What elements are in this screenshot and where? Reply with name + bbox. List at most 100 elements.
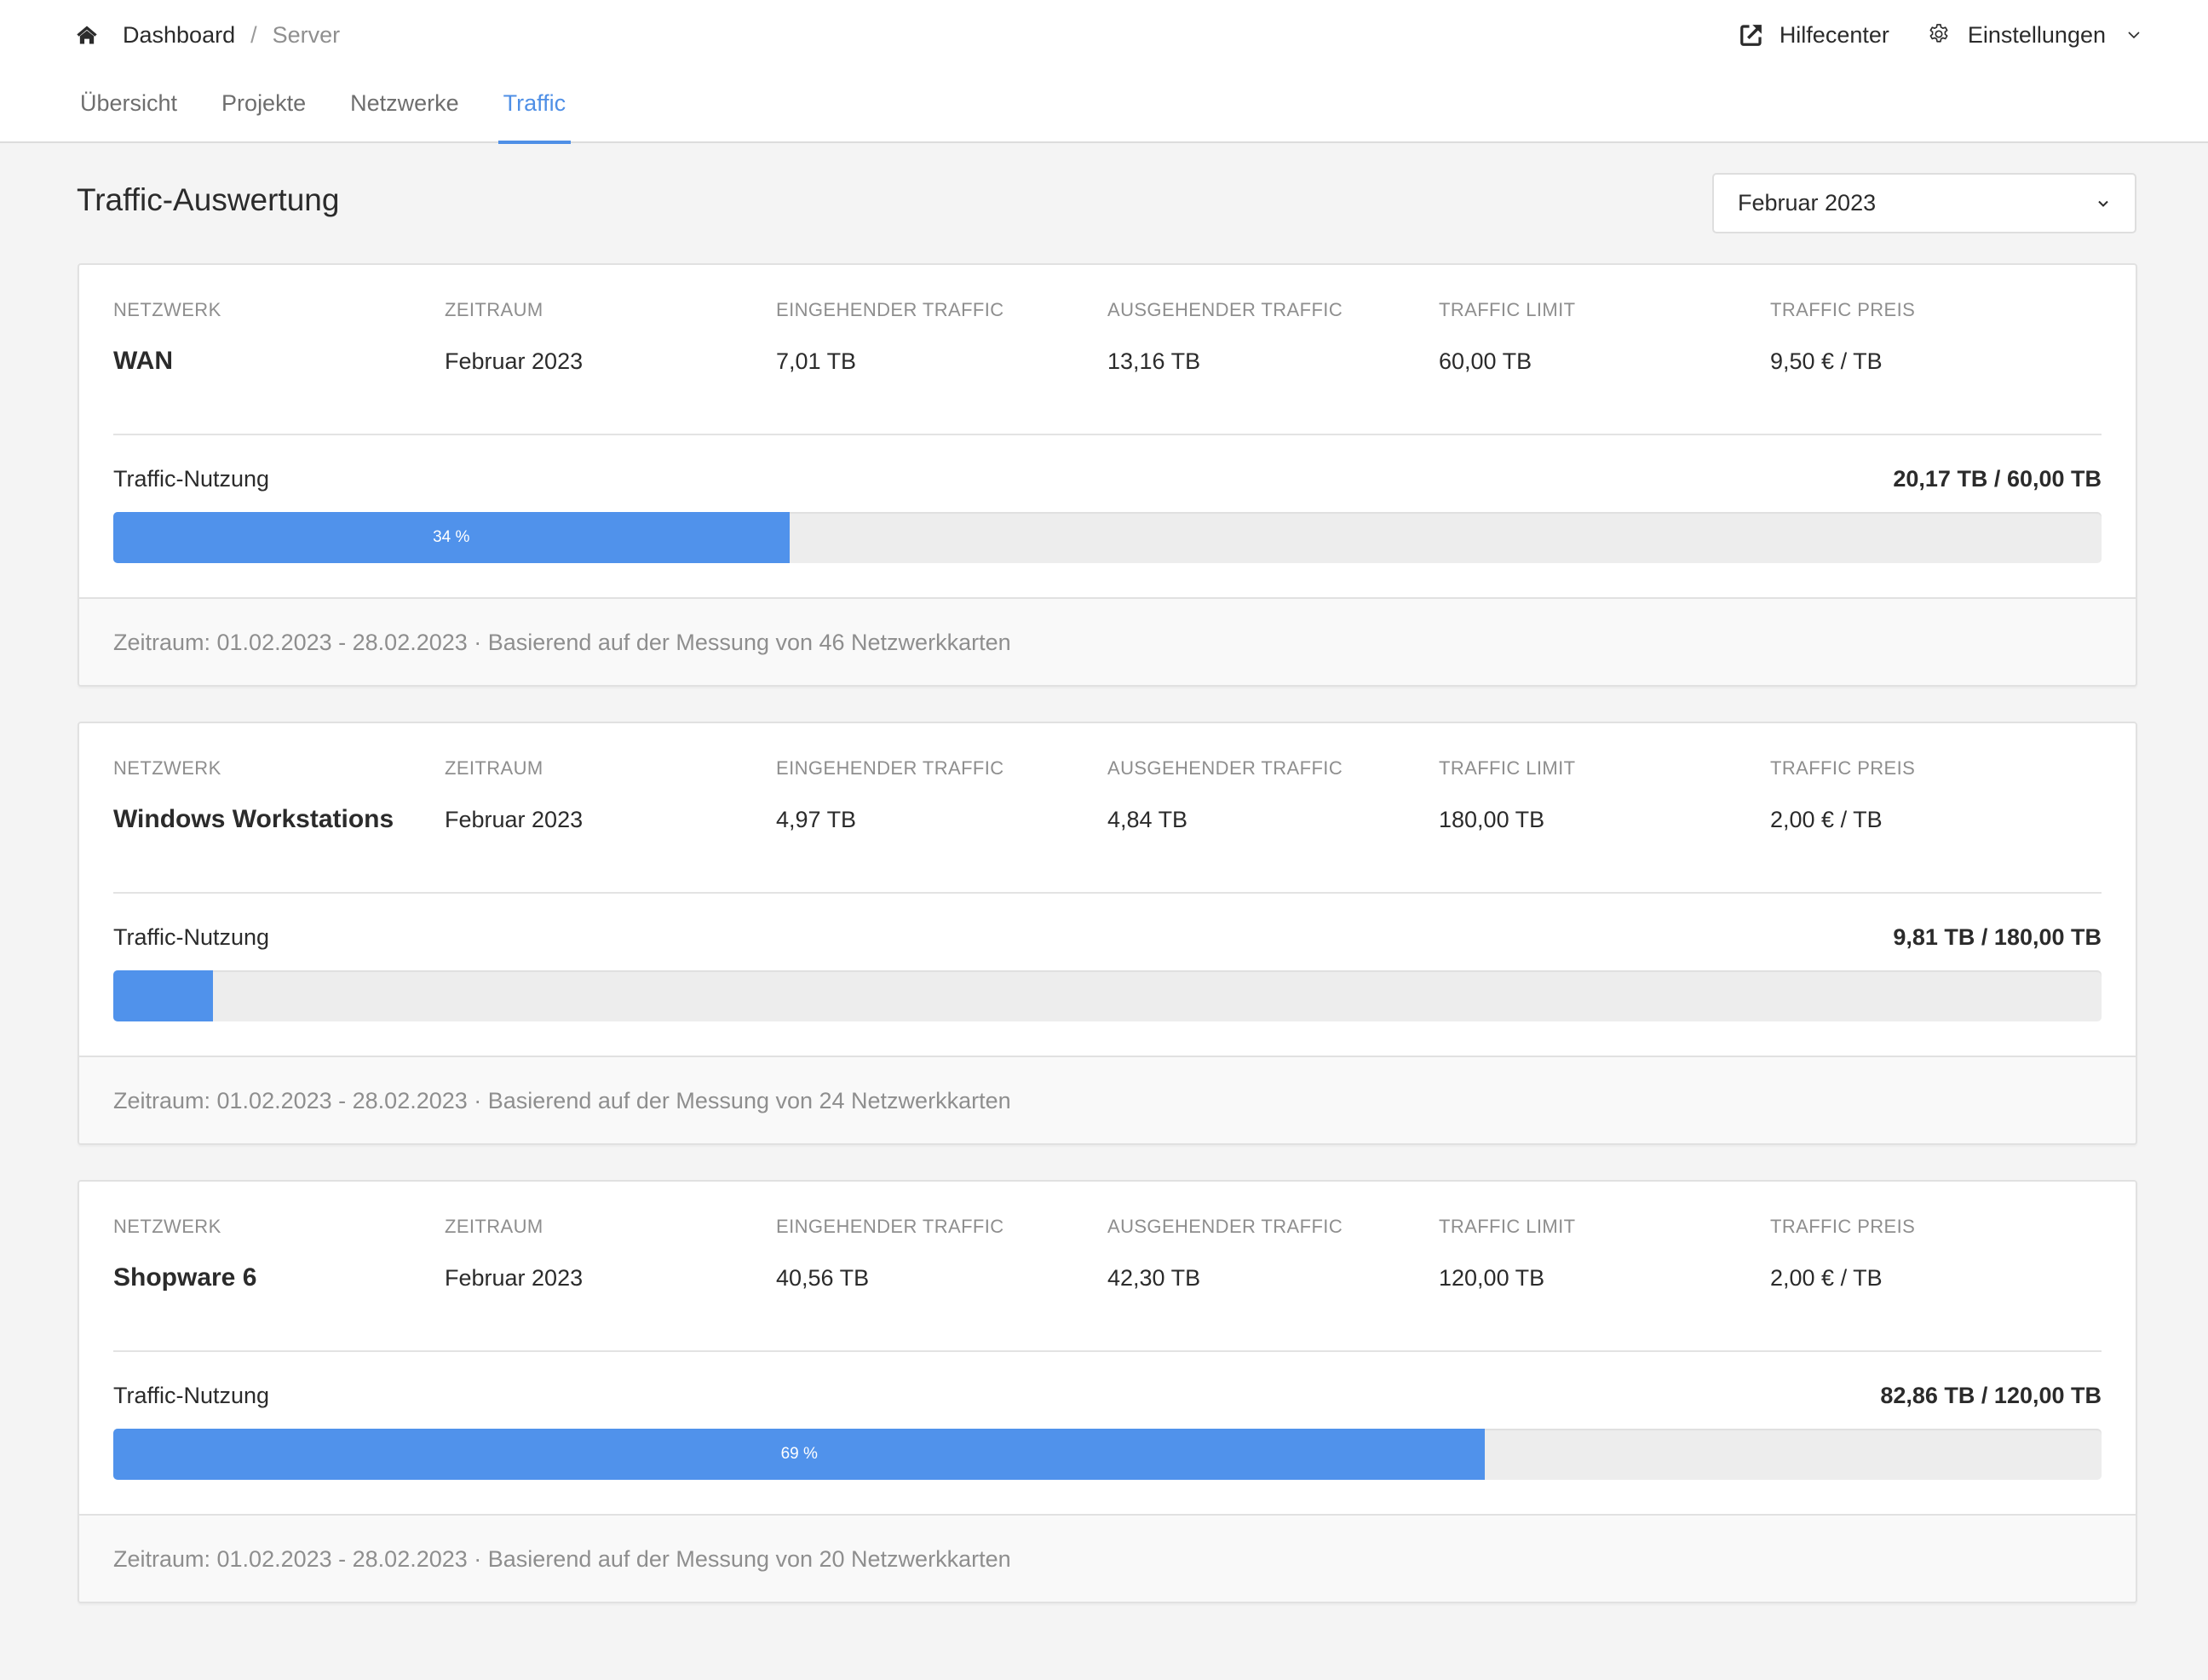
card-footer: Zeitraum: 01.02.2023 - 28.02.2023 · Basi… (79, 1514, 2136, 1602)
price-value: 2,00 € / TB (1770, 1265, 1883, 1291)
outgoing-value: 42,30 TB (1107, 1265, 1201, 1291)
footer-text: Zeitraum: 01.02.2023 - 28.02.2023 · Basi… (113, 1546, 1011, 1572)
stat-price: Traffic Preis 2,00 € / TB (1770, 1216, 2102, 1292)
stat-network: Netzwerk Shopware 6 (113, 1216, 445, 1292)
usage-label: Traffic-Nutzung (113, 1383, 270, 1408)
limit-value: 120,00 TB (1439, 1265, 1545, 1291)
stats-row: Netzwerk Windows Workstations Zeitraum F… (113, 757, 2102, 834)
stat-label: Ausgehender Traffic (1107, 757, 1343, 779)
stat-period: Zeitraum Februar 2023 (445, 1216, 776, 1292)
price-value: 9,50 € / TB (1770, 348, 1883, 374)
stat-label: Ausgehender Traffic (1107, 1216, 1343, 1237)
incoming-value: 4,97 TB (776, 807, 857, 832)
stat-label: Eingehender Traffic (776, 1216, 1004, 1237)
card-footer: Zeitraum: 01.02.2023 - 28.02.2023 · Basi… (79, 1056, 2136, 1143)
top-bar: Dashboard / Server Hilfecenter Einstellu… (0, 0, 2208, 144)
help-center-label: Hilfecenter (1779, 21, 1889, 48)
stat-period: Zeitraum Februar 2023 (445, 757, 776, 834)
chevron-down-icon (2126, 27, 2142, 43)
stat-outgoing: Ausgehender Traffic 4,84 TB (1107, 757, 1439, 834)
external-link-icon (1739, 22, 1764, 48)
usage-value: 82,86 TB / 120,00 TB (1880, 1383, 2102, 1408)
page-title: Traffic-Auswertung (77, 182, 340, 217)
gear-icon (1927, 22, 1952, 48)
usage-percent-label: 69 % (780, 1445, 818, 1463)
stat-outgoing: Ausgehender Traffic 42,30 TB (1107, 1216, 1439, 1292)
stat-label: Zeitraum (445, 1216, 543, 1237)
traffic-card: Netzwerk Windows Workstations Zeitraum F… (78, 722, 2137, 1145)
stat-incoming: Eingehender Traffic 7,01 TB (776, 299, 1107, 376)
stat-label: Traffic Preis (1770, 299, 1916, 320)
stat-label: Traffic Limit (1439, 1216, 1576, 1237)
network-name: WAN (113, 347, 173, 375)
limit-value: 180,00 TB (1439, 807, 1545, 832)
top-actions: Hilfecenter Einstellungen (1739, 17, 2142, 53)
stats-row: Netzwerk Shopware 6 Zeitraum Februar 202… (113, 1216, 2102, 1292)
usage-percent-label: 34 % (433, 528, 470, 546)
tab-traffic[interactable]: Traffic (497, 85, 571, 144)
usage-progress-bar: 34 % (113, 512, 2102, 563)
usage-value: 9,81 TB / 180,00 TB (1893, 924, 2102, 950)
breadcrumb: Dashboard / Server (75, 17, 340, 53)
traffic-card: Netzwerk WAN Zeitraum Februar 2023 Einge… (78, 263, 2137, 687)
period-value: Februar 2023 (445, 1265, 584, 1291)
tab-bar: Übersicht Projekte Netzwerke Traffic (78, 85, 608, 144)
settings-menu[interactable]: Einstellungen (1927, 22, 2142, 49)
period-value: Februar 2023 (445, 807, 584, 832)
stats-row: Netzwerk WAN Zeitraum Februar 2023 Einge… (113, 299, 2102, 376)
stat-label: Traffic Preis (1770, 757, 1916, 779)
stat-outgoing: Ausgehender Traffic 13,16 TB (1107, 299, 1439, 376)
footer-text: Zeitraum: 01.02.2023 - 28.02.2023 · Basi… (113, 630, 1011, 655)
outgoing-value: 4,84 TB (1107, 807, 1188, 832)
stat-label: Traffic Preis (1770, 1216, 1916, 1237)
help-center-link[interactable]: Hilfecenter (1739, 22, 1889, 49)
stat-limit: Traffic Limit 180,00 TB (1439, 757, 1770, 834)
stat-label: Netzwerk (113, 757, 221, 779)
usage-progress-bar (113, 970, 2102, 1021)
stat-limit: Traffic Limit 120,00 TB (1439, 1216, 1770, 1292)
stat-label: Traffic Limit (1439, 757, 1576, 779)
usage-progress-fill: 69 % (113, 1429, 1486, 1480)
usage-label: Traffic-Nutzung (113, 466, 270, 492)
stat-price: Traffic Preis 2,00 € / TB (1770, 757, 2102, 834)
home-icon[interactable] (75, 23, 99, 47)
usage-value: 20,17 TB / 60,00 TB (1893, 466, 2102, 492)
limit-value: 60,00 TB (1439, 348, 1532, 374)
tab-netzwerke[interactable]: Netzwerke (348, 85, 461, 143)
tab-projekte[interactable]: Projekte (220, 85, 308, 143)
usage-progress-fill (113, 970, 213, 1021)
stat-label: Traffic Limit (1439, 299, 1576, 320)
period-value: Februar 2023 (445, 348, 584, 374)
stat-label: Ausgehender Traffic (1107, 299, 1343, 320)
stat-label: Netzwerk (113, 1216, 221, 1237)
usage-progress-fill: 34 % (113, 512, 790, 563)
stat-network: Netzwerk WAN (113, 299, 445, 376)
stat-label: Netzwerk (113, 299, 221, 320)
breadcrumb-separator: / (250, 21, 257, 48)
settings-label: Einstellungen (1967, 21, 2106, 48)
tab-uebersicht[interactable]: Übersicht (78, 85, 179, 143)
incoming-value: 40,56 TB (776, 1265, 870, 1291)
stat-limit: Traffic Limit 60,00 TB (1439, 299, 1770, 376)
stat-network: Netzwerk Windows Workstations (113, 757, 445, 834)
breadcrumb-server: Server (272, 21, 341, 48)
divider (113, 1350, 2102, 1352)
outgoing-value: 13,16 TB (1107, 348, 1201, 374)
stat-label: Eingehender Traffic (776, 299, 1004, 320)
footer-text: Zeitraum: 01.02.2023 - 28.02.2023 · Basi… (113, 1088, 1011, 1113)
chevron-down-icon (2096, 196, 2111, 211)
stat-label: Eingehender Traffic (776, 757, 1004, 779)
network-name: Windows Workstations (113, 805, 394, 833)
stat-label: Zeitraum (445, 299, 543, 320)
usage-progress-bar: 69 % (113, 1429, 2102, 1480)
month-select[interactable]: Februar 2023 (1712, 173, 2136, 233)
stat-label: Zeitraum (445, 757, 543, 779)
breadcrumb-dashboard[interactable]: Dashboard (123, 22, 235, 49)
incoming-value: 7,01 TB (776, 348, 857, 374)
stat-price: Traffic Preis 9,50 € / TB (1770, 299, 2102, 376)
card-footer: Zeitraum: 01.02.2023 - 28.02.2023 · Basi… (79, 597, 2136, 685)
divider (113, 434, 2102, 435)
network-name: Shopware 6 (113, 1263, 257, 1292)
stat-incoming: Eingehender Traffic 4,97 TB (776, 757, 1107, 834)
stat-period: Zeitraum Februar 2023 (445, 299, 776, 376)
